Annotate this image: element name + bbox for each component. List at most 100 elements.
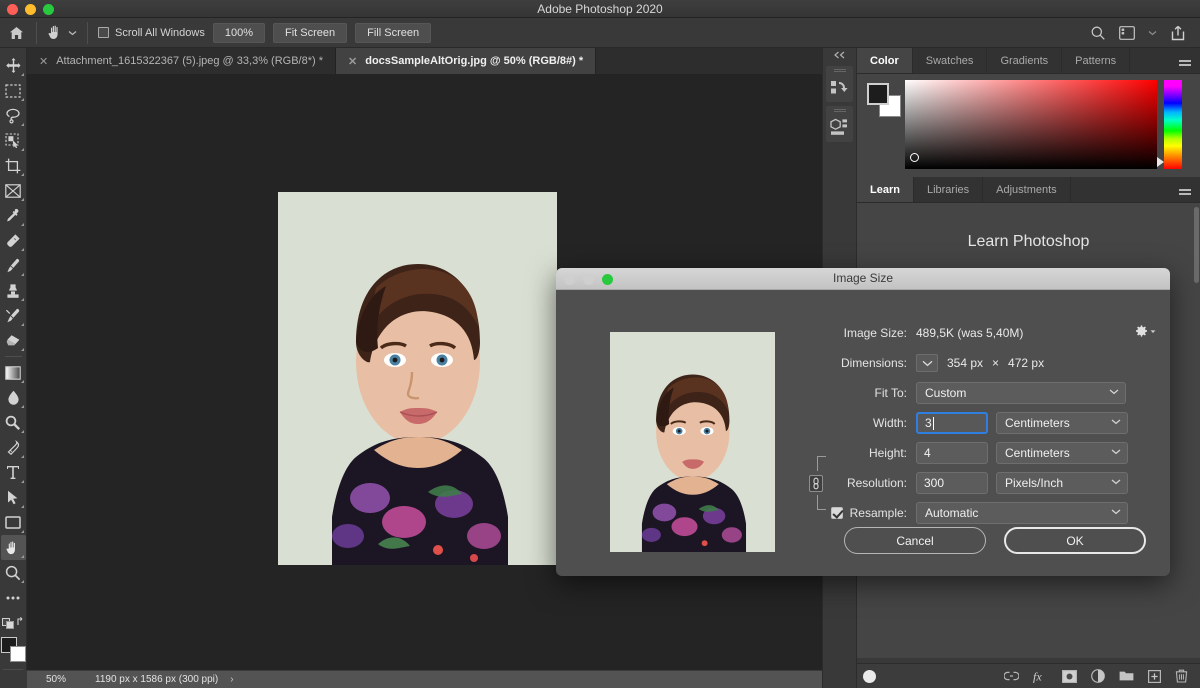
home-icon [9,26,24,40]
layer-mask-icon[interactable] [1062,670,1077,683]
dialog-image-preview[interactable] [610,332,775,552]
dodge-tool[interactable] [1,410,26,435]
home-button[interactable] [0,26,32,40]
dimensions-label: Dimensions: [796,356,916,370]
learn-panel-scrollbar[interactable] [1194,207,1199,283]
layers-panel-footer: fx [857,663,1200,688]
tab-swatches[interactable]: Swatches [913,48,988,73]
dimensions-unit-dropdown[interactable] [916,354,938,372]
color-picker-cursor[interactable] [910,153,919,162]
type-tool[interactable] [1,460,26,485]
scroll-all-windows-checkbox[interactable]: Scroll All Windows [98,27,205,39]
image-size-dialog[interactable]: Image Size [556,268,1170,576]
rectangular-marquee-tool[interactable] [1,78,26,103]
link-icon[interactable] [1004,671,1019,681]
height-input[interactable]: 4 [916,442,988,464]
history-panel-group[interactable] [826,66,853,102]
eyedropper-tool[interactable] [1,203,26,228]
cancel-button[interactable]: Cancel [844,527,986,554]
tab-color[interactable]: Color [857,48,913,73]
hue-slider-marker[interactable] [1157,157,1164,167]
history-panel-icon[interactable] [826,73,853,102]
color-panel-menu-button[interactable] [1170,48,1200,73]
tab-patterns[interactable]: Patterns [1062,48,1130,73]
path-selection-tool[interactable] [1,485,26,510]
color-spectrum-field[interactable] [905,80,1157,169]
height-unit-select[interactable]: Centimeters [996,442,1128,464]
new-group-icon[interactable] [1119,670,1134,682]
collapse-panels-button[interactable] [823,48,856,62]
history-brush-tool[interactable] [1,303,26,328]
brush-tool[interactable] [1,253,26,278]
clone-stamp-tool[interactable] [1,278,26,303]
learn-panel-menu-button[interactable] [1170,177,1200,202]
fit-to-select[interactable]: Custom [916,382,1126,404]
delete-layer-icon[interactable] [1175,669,1188,683]
options-bar: Scroll All Windows 100% Fit Screen Fill … [0,18,1200,48]
fit-screen-button[interactable]: Fit Screen [273,23,347,43]
document-tab-attachment[interactable]: ✕ Attachment_1615322367 (5).jpeg @ 33,3%… [27,48,336,74]
eraser-tool[interactable] [1,328,26,353]
background-color-swatch[interactable] [10,646,26,662]
adjustment-layer-icon[interactable] [1091,669,1105,683]
blur-tool[interactable] [1,385,26,410]
close-icon[interactable]: ✕ [39,55,48,68]
resample-row: Resample: Automatic [796,502,1156,524]
active-tool-selector[interactable] [41,24,83,41]
status-zoom-level[interactable]: 50% [27,674,85,685]
chevron-down-icon [1111,509,1121,515]
workspace-icon[interactable] [1119,26,1135,40]
properties-panel-group[interactable] [826,106,853,142]
resolution-input[interactable]: 300 [916,472,988,494]
lasso-tool[interactable] [1,103,26,128]
close-icon[interactable]: ✕ [348,55,357,68]
fx-icon[interactable]: fx [1033,670,1048,683]
hue-slider[interactable] [1164,80,1182,169]
resample-checkbox[interactable] [831,507,843,519]
edit-toolbar-tool[interactable] [1,585,26,610]
status-bar-left-pad [0,670,27,688]
share-icon[interactable] [1170,25,1186,41]
image-size-row: Image Size: 489,5K (was 5,40M) [796,322,1156,344]
foreground-color-swatch[interactable] [867,83,889,105]
fill-screen-button[interactable]: Fill Screen [355,23,431,43]
options-bar-right-icons [1090,25,1200,41]
zoom-100-button[interactable]: 100% [213,23,265,43]
quick-selection-tool[interactable] [1,128,26,153]
document-tab-label: docsSampleAltOrig.jpg @ 50% (RGB/8#) * [365,55,583,67]
tab-gradients[interactable]: Gradients [987,48,1062,73]
portrait-photo [278,192,557,565]
properties-panel-icon[interactable] [826,113,853,142]
pen-tool[interactable] [1,435,26,460]
search-icon[interactable] [1090,25,1106,41]
resample-select[interactable]: Automatic [916,502,1128,524]
document-tab-docssample[interactable]: ✕ docsSampleAltOrig.jpg @ 50% (RGB/8#) * [336,48,596,74]
frame-tool[interactable] [1,178,26,203]
tab-libraries[interactable]: Libraries [914,177,983,202]
tab-learn[interactable]: Learn [857,177,914,202]
scroll-all-windows-label: Scroll All Windows [115,27,205,39]
crop-tool[interactable] [1,153,26,178]
rectangle-tool[interactable] [1,510,26,535]
status-expand-arrow[interactable]: › [218,674,233,685]
options-separator-2 [87,22,88,44]
hand-tool[interactable] [1,535,26,560]
constrain-proportions-toggle[interactable] [806,456,828,510]
chevron-down-icon [1109,389,1119,395]
resolution-unit-select[interactable]: Pixels/Inch [996,472,1128,494]
swap-colors-control[interactable] [1,610,26,635]
new-layer-icon[interactable] [1148,670,1161,683]
color-swatches[interactable] [1,637,26,663]
chevron-down-icon[interactable] [1148,30,1157,36]
spot-healing-brush-tool[interactable] [1,228,26,253]
width-unit-select[interactable]: Centimeters [996,412,1128,434]
tab-adjustments[interactable]: Adjustments [983,177,1071,202]
ok-button[interactable]: OK [1004,527,1146,554]
dialog-options-button[interactable] [1134,324,1156,338]
move-tool[interactable] [1,53,26,78]
document-image[interactable] [278,192,557,565]
zoom-tool[interactable] [1,560,26,585]
panel-resize-dot[interactable] [863,670,876,683]
width-input[interactable]: 3 [916,412,988,434]
gradient-tool[interactable] [1,360,26,385]
